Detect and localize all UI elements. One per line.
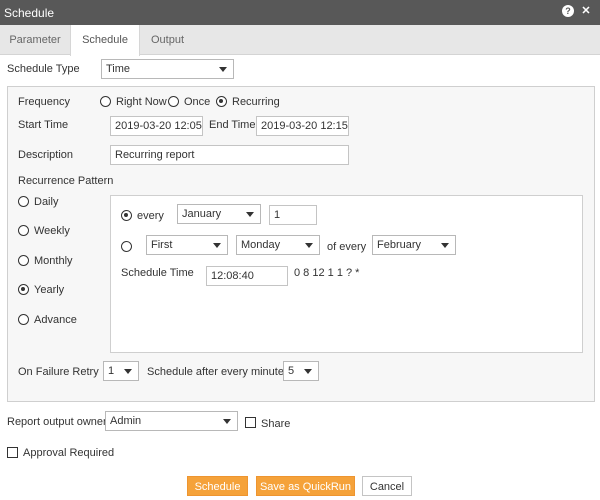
recurrence-pattern-label: Recurrence Pattern — [18, 175, 114, 187]
owner-label: Report output owner — [7, 416, 107, 428]
owner-select[interactable]: Admin — [105, 411, 238, 431]
schedule-time-label: Schedule Time — [121, 267, 194, 279]
chevron-down-icon — [213, 243, 221, 248]
schedule-button[interactable]: Schedule — [187, 476, 248, 496]
recurrence-monthly-label: Monthly — [34, 255, 73, 267]
start-time-label: Start Time — [18, 119, 69, 131]
cancel-button[interactable]: Cancel — [362, 476, 412, 496]
window-title: Schedule — [4, 6, 55, 20]
share-checkbox[interactable] — [245, 417, 256, 428]
yearly-ordinal-select[interactable]: First — [146, 235, 228, 255]
tab-output[interactable]: Output — [140, 25, 195, 55]
frequency-recurring-radio[interactable] — [216, 96, 227, 107]
retry-count-value: 1 — [108, 365, 115, 377]
recurrence-daily-label: Daily — [34, 196, 59, 208]
start-time-input[interactable]: 2019-03-20 12:05:0 — [110, 116, 203, 136]
share-label: Share — [261, 418, 291, 430]
tab-parameter[interactable]: Parameter — [0, 25, 70, 55]
title-bar: Schedule ? ✕ — [0, 0, 600, 25]
yearly-every-radio[interactable] — [121, 210, 132, 221]
tab-schedule[interactable]: Schedule — [70, 25, 140, 56]
chevron-down-icon — [124, 369, 132, 374]
recurrence-advance-radio[interactable] — [18, 314, 29, 325]
frequency-once-label: Once — [184, 96, 211, 108]
close-icon[interactable]: ✕ — [580, 5, 592, 17]
cron-expression: 0 8 12 1 1 ? * — [294, 267, 360, 279]
chevron-down-icon — [304, 369, 312, 374]
save-as-quickrun-button[interactable]: Save as QuickRun — [256, 476, 355, 496]
yearly-ordinal-radio[interactable] — [121, 241, 132, 252]
retry-label: On Failure Retry — [18, 366, 99, 378]
owner-value: Admin — [110, 415, 142, 427]
chevron-down-icon — [305, 243, 313, 248]
description-label: Description — [18, 149, 74, 161]
chevron-down-icon — [223, 419, 231, 424]
help-icon[interactable]: ? — [562, 5, 574, 17]
schedule-type-select[interactable]: Time — [101, 59, 234, 79]
yearly-weekday-value: Monday — [241, 239, 281, 251]
recurrence-yearly-label: Yearly — [34, 284, 65, 296]
yearly-weekday-select[interactable]: Monday — [236, 235, 320, 255]
recurrence-daily-radio[interactable] — [18, 196, 29, 207]
yearly-ordinal-value: First — [151, 239, 173, 251]
retry-minutes-value: 5 — [288, 365, 295, 377]
frequency-once-radio[interactable] — [168, 96, 179, 107]
retry-minutes-select[interactable]: 5 — [283, 361, 319, 381]
frequency-right-now-label: Right Now — [116, 96, 167, 108]
description-input[interactable]: Recurring report — [110, 145, 349, 165]
schedule-type-value: Time — [106, 63, 131, 75]
end-time-label: End Time — [209, 119, 256, 131]
yearly-every-day-input[interactable]: 1 — [269, 205, 317, 225]
yearly-every-month-value: January — [182, 208, 222, 220]
recurrence-advance-label: Advance — [34, 314, 77, 326]
retry-minutes-label: Schedule after every minutes — [147, 366, 290, 378]
chevron-down-icon — [441, 243, 449, 248]
yearly-every-label: every — [137, 210, 164, 222]
chevron-down-icon — [219, 67, 227, 72]
recurrence-yearly-radio[interactable] — [18, 284, 29, 295]
retry-count-select[interactable]: 1 — [103, 361, 139, 381]
chevron-down-icon — [246, 212, 254, 217]
approval-checkbox[interactable] — [7, 447, 18, 458]
recurrence-monthly-radio[interactable] — [18, 255, 29, 266]
yearly-of-every-month-select[interactable]: February — [372, 235, 456, 255]
recurrence-weekly-label: Weekly — [34, 225, 70, 237]
approval-label: Approval Required — [23, 447, 115, 459]
yearly-of-every-month-value: February — [377, 239, 422, 251]
yearly-of-every-label: of every — [327, 241, 367, 253]
yearly-every-month-select[interactable]: January — [177, 204, 261, 224]
tab-bar: Parameter Schedule Output — [0, 25, 600, 56]
frequency-recurring-label: Recurring — [232, 96, 280, 108]
schedule-time-input[interactable]: 12:08:40 — [206, 266, 288, 286]
frequency-label: Frequency — [18, 96, 70, 108]
schedule-type-label: Schedule Type — [7, 63, 80, 75]
recurrence-weekly-radio[interactable] — [18, 225, 29, 236]
frequency-right-now-radio[interactable] — [100, 96, 111, 107]
end-time-input[interactable]: 2019-03-20 12:15:2 — [256, 116, 349, 136]
